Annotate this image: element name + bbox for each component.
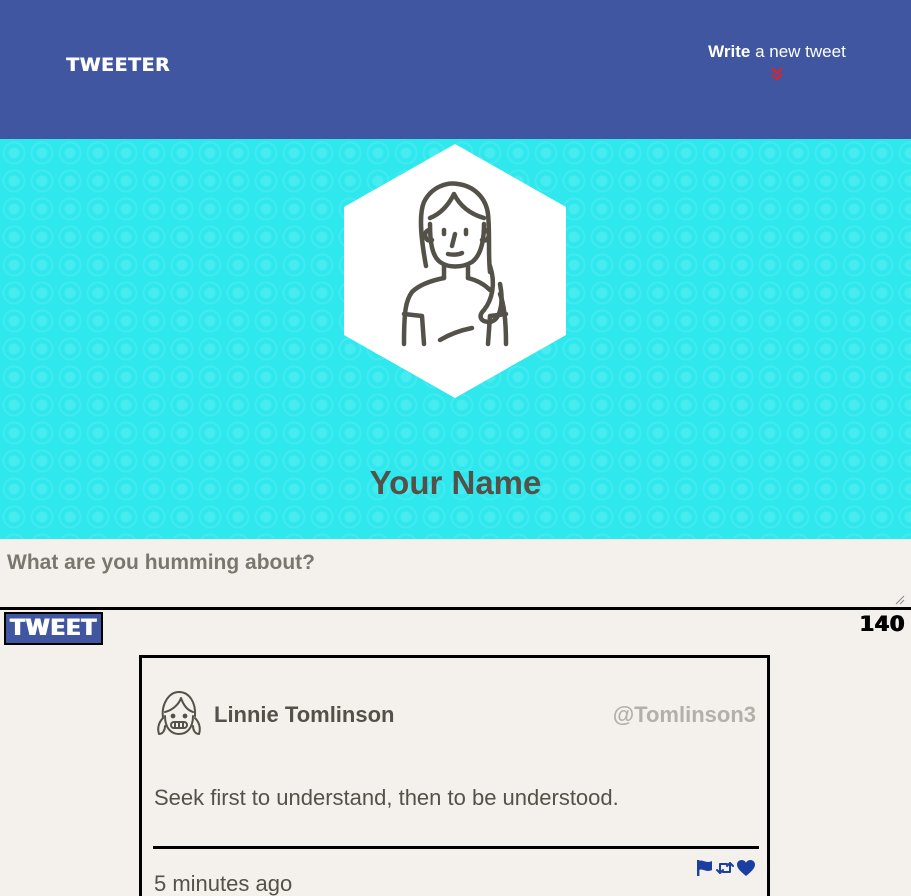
compose-label-rest: a new tweet: [750, 42, 846, 61]
tweet-actions: [696, 859, 756, 882]
write-new-tweet-toggle[interactable]: Write a new tweet: [700, 42, 854, 94]
compose-label-bold: Write: [708, 42, 751, 61]
tweet-card: Linnie Tomlinson @Tomlinson3 Seek first …: [139, 655, 770, 896]
double-chevron-down-icon: [771, 67, 783, 81]
flag-icon[interactable]: [696, 859, 714, 882]
character-counter: 140: [859, 612, 905, 636]
tweet-author-handle: @Tomlinson3: [612, 702, 756, 727]
heart-icon[interactable]: [736, 859, 756, 882]
tweet-divider: [153, 846, 759, 849]
top-nav: TWEETER Write a new tweet: [0, 0, 911, 139]
user-avatar-icon: [344, 144, 566, 398]
resize-grip-icon[interactable]: [895, 595, 905, 605]
profile-avatar: [344, 144, 566, 398]
tweet-button[interactable]: TWEET: [4, 612, 103, 645]
tweet-composer: [0, 539, 911, 610]
brand-logo[interactable]: TWEETER: [66, 54, 170, 76]
tweet-timestamp: 5 minutes ago: [154, 871, 293, 896]
author-avatar-icon: [157, 691, 201, 735]
write-new-tweet-label: Write a new tweet: [700, 42, 854, 62]
tweet-author-name: Linnie Tomlinson: [214, 702, 395, 727]
profile-name: Your Name: [369, 464, 542, 501]
tweet-input[interactable]: [0, 539, 911, 607]
profile-header: Your Name: [0, 139, 911, 539]
tweet-text: Seek first to understand, then to be und…: [154, 785, 619, 810]
retweet-icon[interactable]: [716, 859, 734, 882]
